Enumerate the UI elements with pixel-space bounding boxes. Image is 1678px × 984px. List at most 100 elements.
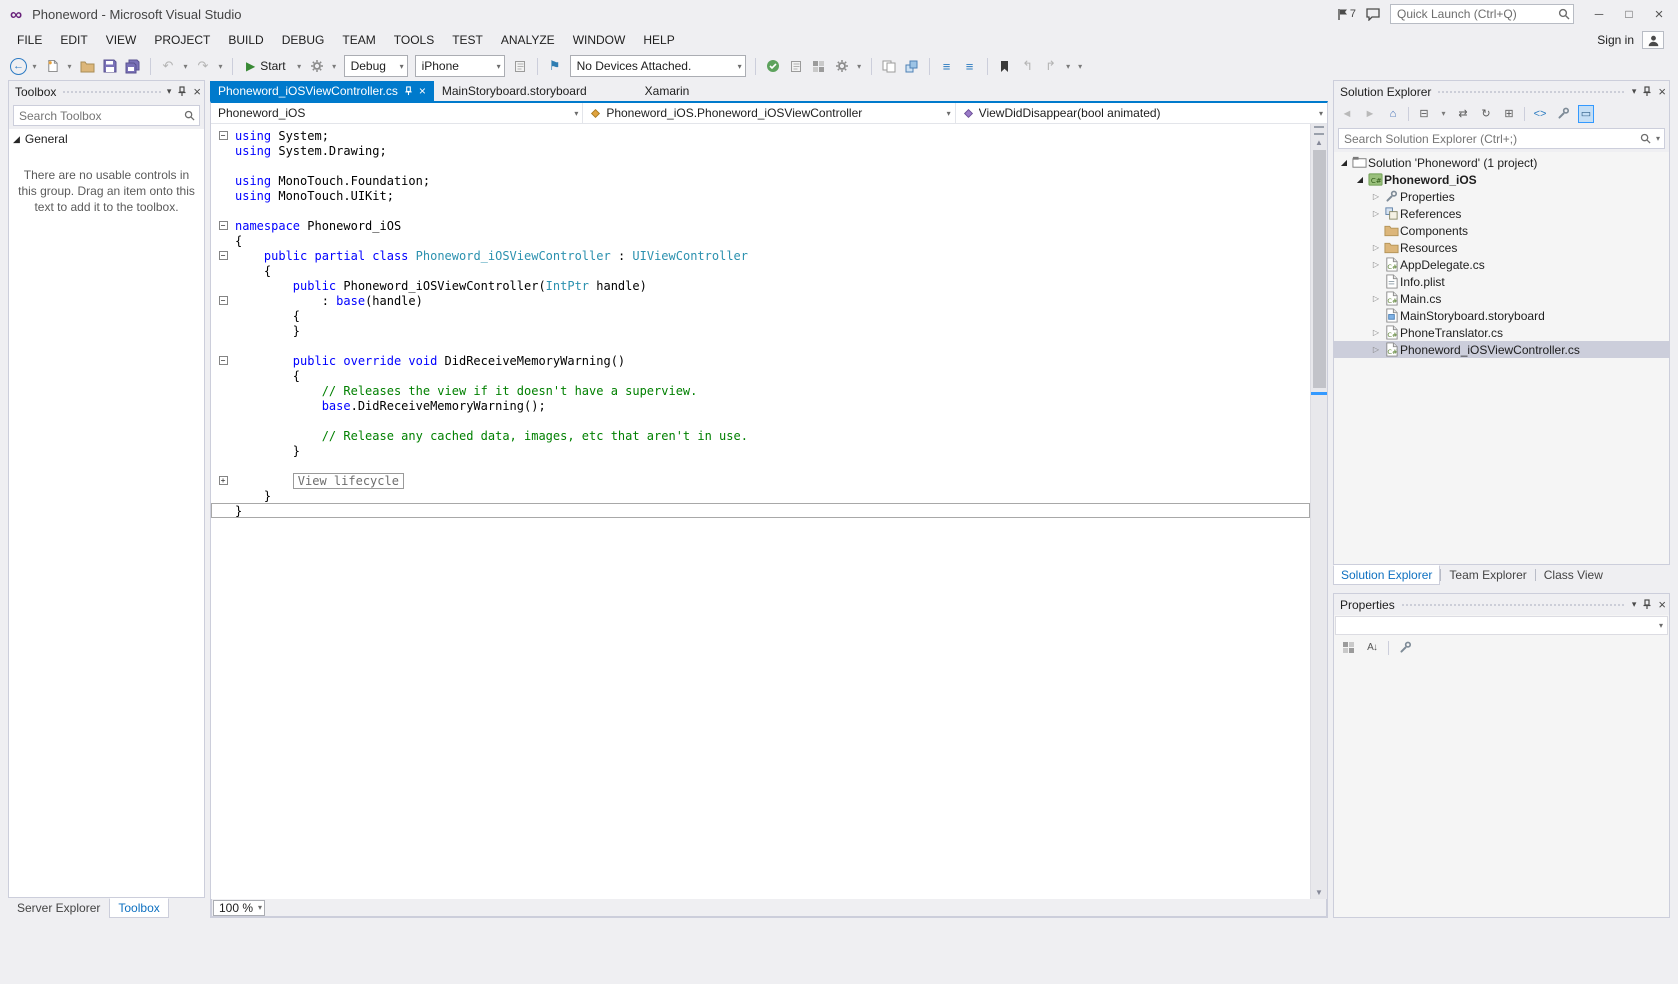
- navigate-history-dropdown[interactable]: ▾: [30, 62, 39, 71]
- menu-item-file[interactable]: FILE: [8, 28, 51, 52]
- toolbar-options-dropdown[interactable]: ▾: [1076, 62, 1085, 71]
- fold-toggle-icon[interactable]: −: [219, 356, 228, 365]
- undo-dropdown[interactable]: ▾: [181, 62, 190, 71]
- expand-arrow-icon[interactable]: ▷: [1370, 328, 1382, 337]
- menu-item-debug[interactable]: DEBUG: [273, 28, 334, 52]
- tree-item-phoneword-iosviewcontroller-cs[interactable]: ▷C#Phoneword_iOSViewController.cs: [1334, 341, 1669, 358]
- navigate-backward-button[interactable]: ←: [10, 58, 27, 75]
- pin-icon[interactable]: [1642, 599, 1652, 610]
- toolbox-header[interactable]: Toolbox ▾ ×: [9, 81, 204, 102]
- home-icon[interactable]: ⌂: [1385, 105, 1401, 123]
- fold-toggle-icon[interactable]: −: [219, 251, 228, 260]
- editor-split-handle[interactable]: [1314, 126, 1324, 135]
- dock-tab-solution-explorer[interactable]: Solution Explorer: [1333, 565, 1440, 585]
- platform-settings-icon[interactable]: [510, 56, 530, 76]
- profiler-icon[interactable]: [809, 56, 829, 76]
- tree-item-solution-phoneword-1-project[interactable]: ◢Solution 'Phoneword' (1 project): [1334, 154, 1669, 171]
- redo-button[interactable]: ↷: [193, 56, 213, 76]
- expand-arrow-icon[interactable]: ▷: [1370, 260, 1382, 269]
- close-button[interactable]: ×: [1644, 3, 1674, 25]
- notifications-button[interactable]: 7: [1337, 8, 1356, 21]
- property-pages-icon[interactable]: [1397, 639, 1413, 657]
- test-dropdown[interactable]: ▾: [855, 62, 864, 71]
- solution-explorer-search-input[interactable]: [1339, 129, 1664, 148]
- attach-dropdown[interactable]: ▾: [330, 62, 339, 71]
- fold-toggle-icon[interactable]: +: [219, 476, 228, 485]
- dock-tab-class-view[interactable]: Class View: [1536, 565, 1611, 585]
- window-position-dropdown-icon[interactable]: ▾: [1632, 86, 1637, 97]
- code-editor[interactable]: −using System;using System.Drawing;using…: [211, 124, 1327, 899]
- close-icon[interactable]: ×: [1658, 85, 1666, 98]
- view-code-icon[interactable]: <>: [1532, 105, 1548, 123]
- toolbox-search-input[interactable]: [14, 106, 199, 125]
- categorized-icon[interactable]: [1340, 639, 1356, 657]
- sign-in-link[interactable]: Sign in: [1597, 33, 1634, 47]
- debug-tests-icon[interactable]: [786, 56, 806, 76]
- refresh-icon[interactable]: ↻: [1478, 105, 1494, 123]
- test-settings-icon[interactable]: [832, 56, 852, 76]
- expand-arrow-icon[interactable]: ▷: [1370, 192, 1382, 201]
- member-dropdown[interactable]: ViewDidDisappear(bool animated) ▾: [956, 103, 1327, 123]
- menu-item-build[interactable]: BUILD: [219, 28, 272, 52]
- menu-item-view[interactable]: VIEW: [97, 28, 146, 52]
- minimize-button[interactable]: ─: [1584, 3, 1614, 25]
- dropdown-icon[interactable]: ▾: [1439, 109, 1448, 118]
- save-all-button[interactable]: [123, 56, 143, 76]
- scroll-down-icon[interactable]: ▼: [1311, 885, 1327, 899]
- collapsed-region[interactable]: View lifecycle: [293, 473, 404, 489]
- scrollbar-thumb[interactable]: [1313, 150, 1326, 388]
- start-dropdown[interactable]: ▾: [295, 62, 304, 71]
- drag-handle[interactable]: [1401, 603, 1626, 608]
- dock-tab-team-explorer[interactable]: Team Explorer: [1441, 565, 1534, 585]
- start-debugging-button[interactable]: ▶Start: [240, 55, 292, 77]
- redo-dropdown[interactable]: ▾: [216, 62, 225, 71]
- new-file-dropdown[interactable]: ▾: [65, 62, 74, 71]
- collapse-arrow-icon[interactable]: ◢: [1354, 175, 1366, 184]
- undo-button[interactable]: ↶: [158, 56, 178, 76]
- feedback-button[interactable]: [1366, 8, 1380, 21]
- tab-xamarin[interactable]: Xamarin: [637, 81, 698, 101]
- properties-icon[interactable]: [1555, 105, 1571, 123]
- maximize-button[interactable]: □: [1614, 3, 1644, 25]
- run-unit-tests-icon[interactable]: [763, 56, 783, 76]
- expand-arrow-icon[interactable]: ▷: [1370, 294, 1382, 303]
- search-icon[interactable]: [184, 110, 195, 121]
- attach-to-process-icon[interactable]: [307, 56, 327, 76]
- drag-handle[interactable]: [62, 90, 161, 95]
- device-log-flag-icon[interactable]: ⚑: [545, 56, 565, 76]
- type-dropdown[interactable]: Phoneword_iOS.Phoneword_iOSViewControlle…: [583, 103, 955, 123]
- close-icon[interactable]: ×: [419, 85, 426, 97]
- next-bookmark-icon[interactable]: ↱: [1041, 56, 1061, 76]
- solution-configurations-select[interactable]: Debug▾: [344, 55, 408, 77]
- dropdown-icon[interactable]: ▾: [1656, 134, 1660, 143]
- new-file-button[interactable]: [42, 56, 62, 76]
- tab-mainstoryboard-storyboard[interactable]: MainStoryboard.storyboard: [434, 81, 595, 101]
- quick-launch-input[interactable]: [1390, 4, 1574, 24]
- tree-item-info-plist[interactable]: Info.plist: [1334, 273, 1669, 290]
- tree-item-appdelegate-cs[interactable]: ▷C#AppDelegate.cs: [1334, 256, 1669, 273]
- decrease-line-indent-icon[interactable]: ≡: [937, 56, 957, 76]
- device-select[interactable]: No Devices Attached.▾: [570, 55, 746, 77]
- project-dropdown[interactable]: Phoneword_iOS ▾: [211, 103, 583, 123]
- close-icon[interactable]: ×: [1658, 598, 1666, 611]
- search-icon[interactable]: [1558, 8, 1570, 20]
- menu-item-project[interactable]: PROJECT: [145, 28, 219, 52]
- pin-icon[interactable]: [177, 86, 187, 97]
- drag-handle[interactable]: [1437, 90, 1625, 95]
- search-icon[interactable]: [1640, 133, 1651, 144]
- fold-toggle-icon[interactable]: −: [219, 221, 228, 230]
- dock-tab-toolbox[interactable]: Toolbox: [109, 898, 168, 918]
- tree-item-resources[interactable]: ▷Resources: [1334, 239, 1669, 256]
- back-icon[interactable]: ◄: [1339, 105, 1355, 123]
- vertical-scrollbar[interactable]: ▲ ▼: [1310, 124, 1327, 899]
- menu-item-edit[interactable]: EDIT: [51, 28, 96, 52]
- tree-item-references[interactable]: ▷References: [1334, 205, 1669, 222]
- menu-item-tools[interactable]: TOOLS: [385, 28, 443, 52]
- zoom-select[interactable]: 100 % ▾: [213, 900, 265, 916]
- expand-arrow-icon[interactable]: ▷: [1370, 209, 1382, 218]
- menu-item-test[interactable]: TEST: [443, 28, 492, 52]
- sync-with-active-document-icon[interactable]: ⇄: [1455, 105, 1471, 123]
- close-icon[interactable]: ×: [193, 85, 201, 98]
- collapse-arrow-icon[interactable]: ◢: [1338, 158, 1350, 167]
- forward-icon[interactable]: ►: [1362, 105, 1378, 123]
